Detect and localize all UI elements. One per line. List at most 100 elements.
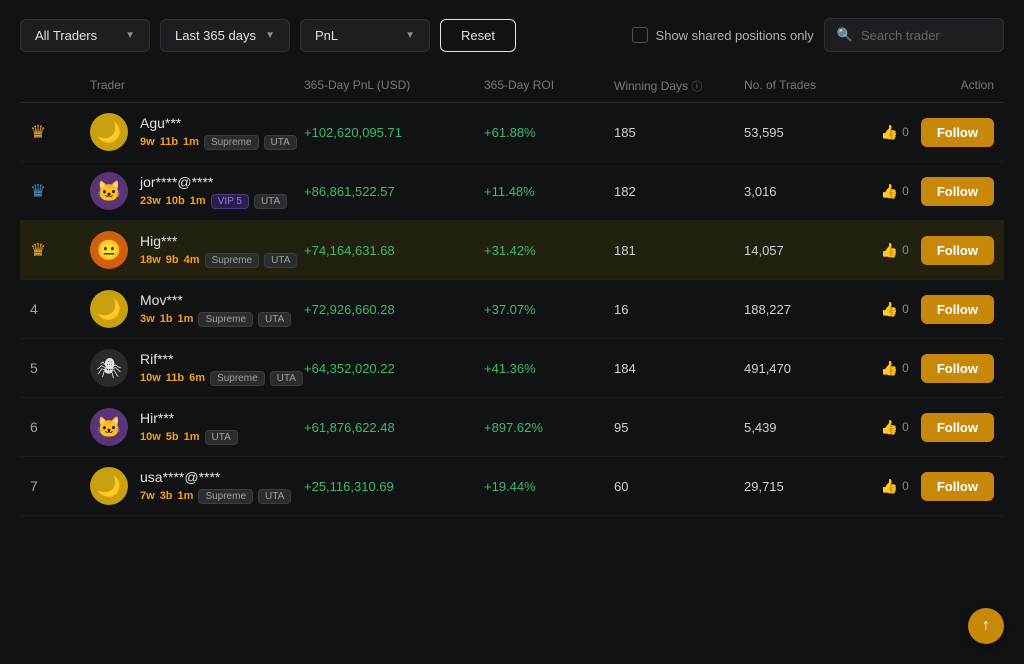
thumbs-up-icon: 👍 <box>881 360 898 377</box>
trader-tags: 23w10b1mVIP 5UTA <box>140 194 287 209</box>
trader-cell: 🕷 Rif*** 10w11b6mSupremeUTA <box>90 349 304 387</box>
trader-cell: 🐱 jor****@**** 23w10b1mVIP 5UTA <box>90 172 304 210</box>
rank-cell: ♛ <box>30 122 90 143</box>
tag-age: 10w <box>140 372 161 384</box>
tag-label: UTA <box>270 371 303 386</box>
rank-cell: ♛ <box>30 181 90 202</box>
tag-age: 10w <box>140 431 161 443</box>
avatar: 😐 <box>90 231 128 269</box>
thumbs-up-icon: 👍 <box>881 124 898 141</box>
reset-button[interactable]: Reset <box>440 19 516 52</box>
trader-tags: 18w9b4mSupremeUTA <box>140 253 297 268</box>
traders-dropdown[interactable]: All Traders ▼ <box>20 19 150 52</box>
show-shared-checkbox[interactable] <box>632 27 648 43</box>
action-cell: 👍 0 Follow <box>874 413 994 442</box>
tag-label: UTA <box>258 312 291 327</box>
thumbs-up-icon: 👍 <box>881 419 898 436</box>
avatar: 🌙 <box>90 467 128 505</box>
follow-button[interactable]: Follow <box>921 295 994 324</box>
follow-button[interactable]: Follow <box>921 236 994 265</box>
table-body: ♛ 🌙 Agu*** 9w11b1mSupremeUTA +102,620,09… <box>20 103 1004 516</box>
traders-dropdown-label: All Traders <box>35 28 97 43</box>
table-row: 7 🌙 usa****@**** 7w3b1mSupremeUTA +25,11… <box>20 457 1004 516</box>
avatar: 🌙 <box>90 290 128 328</box>
winning-days-value: 60 <box>614 479 744 494</box>
thumbs-up-icon: 👍 <box>881 242 898 259</box>
leaderboard-table: Trader 365-Day PnL (USD) 365-Day ROI Win… <box>0 70 1024 516</box>
like-section: 👍 0 <box>881 301 909 318</box>
like-section: 👍 0 <box>881 124 909 141</box>
like-section: 👍 0 <box>881 478 909 495</box>
follow-button[interactable]: Follow <box>921 354 994 383</box>
sort-dropdown[interactable]: PnL ▼ <box>300 19 430 52</box>
tag-age: 1m <box>183 136 199 148</box>
scroll-to-top-button[interactable]: ↑ <box>968 608 1004 644</box>
tag-label: UTA <box>264 135 297 150</box>
col-trader: Trader <box>90 78 304 94</box>
tag-label: Supreme <box>204 135 259 150</box>
table-row: ♛ 😐 Hig*** 18w9b4mSupremeUTA +74,164,631… <box>20 221 1004 280</box>
table-row: 4 🌙 Mov*** 3w1b1mSupremeUTA +72,926,660.… <box>20 280 1004 339</box>
avatar: 🐱 <box>90 408 128 446</box>
action-cell: 👍 0 Follow <box>874 236 994 265</box>
col-rank <box>30 78 90 94</box>
no-trades-value: 5,439 <box>744 420 874 435</box>
crown-gold-icon: ♛ <box>30 122 46 143</box>
search-box: 🔍 <box>824 18 1004 52</box>
tag-label: Supreme <box>198 312 253 327</box>
winning-days-value: 185 <box>614 125 744 140</box>
col-roi: 365-Day ROI <box>484 78 614 94</box>
tag-age: 1m <box>178 313 194 325</box>
tag-label: UTA <box>254 194 287 209</box>
tag-age: 7w <box>140 490 155 502</box>
follow-button[interactable]: Follow <box>921 472 994 501</box>
period-dropdown-label: Last 365 days <box>175 28 256 43</box>
tag-label: Supreme <box>198 489 253 504</box>
tag-age: 1m <box>184 431 200 443</box>
trader-info: Mov*** 3w1b1mSupremeUTA <box>140 292 291 327</box>
like-section: 👍 0 <box>881 183 909 200</box>
tag-age: 9w <box>140 136 155 148</box>
roi-value: +61.88% <box>484 125 614 140</box>
tag-age: 3w <box>140 313 155 325</box>
like-count: 0 <box>902 302 909 316</box>
winning-days-value: 184 <box>614 361 744 376</box>
col-winning-days: Winning Days ⓘ <box>614 78 744 94</box>
trader-info: Hig*** 18w9b4mSupremeUTA <box>140 233 297 268</box>
like-count: 0 <box>902 479 909 493</box>
follow-button[interactable]: Follow <box>921 177 994 206</box>
tag-age: 11b <box>166 372 184 384</box>
table-header: Trader 365-Day PnL (USD) 365-Day ROI Win… <box>20 70 1004 103</box>
no-trades-value: 188,227 <box>744 302 874 317</box>
trader-info: Agu*** 9w11b1mSupremeUTA <box>140 115 297 150</box>
rank-cell: 5 <box>30 360 90 376</box>
sort-dropdown-arrow: ▼ <box>405 30 415 41</box>
trader-cell: 😐 Hig*** 18w9b4mSupremeUTA <box>90 231 304 269</box>
like-section: 👍 0 <box>881 360 909 377</box>
trader-tags: 7w3b1mSupremeUTA <box>140 489 291 504</box>
search-input[interactable] <box>861 28 991 43</box>
follow-button[interactable]: Follow <box>921 413 994 442</box>
trader-info: jor****@**** 23w10b1mVIP 5UTA <box>140 174 287 209</box>
tag-label: UTA <box>205 430 238 445</box>
table-row: ♛ 🌙 Agu*** 9w11b1mSupremeUTA +102,620,09… <box>20 103 1004 162</box>
trader-name: Agu*** <box>140 115 297 131</box>
trader-tags: 9w11b1mSupremeUTA <box>140 135 297 150</box>
action-cell: 👍 0 Follow <box>874 472 994 501</box>
search-icon: 🔍 <box>837 27 853 43</box>
winning-days-info-icon: ⓘ <box>691 81 702 93</box>
tag-age: 1m <box>178 490 194 502</box>
avatar: 🌙 <box>90 113 128 151</box>
no-trades-value: 3,016 <box>744 184 874 199</box>
period-dropdown[interactable]: Last 365 days ▼ <box>160 19 290 52</box>
trader-tags: 3w1b1mSupremeUTA <box>140 312 291 327</box>
like-count: 0 <box>902 420 909 434</box>
sort-dropdown-label: PnL <box>315 28 338 43</box>
filter-bar: All Traders ▼ Last 365 days ▼ PnL ▼ Rese… <box>0 0 1024 70</box>
trader-name: jor****@**** <box>140 174 287 190</box>
trader-cell: 🌙 Agu*** 9w11b1mSupremeUTA <box>90 113 304 151</box>
rank-cell: 4 <box>30 301 90 317</box>
rank-cell: ♛ <box>30 240 90 261</box>
follow-button[interactable]: Follow <box>921 118 994 147</box>
like-count: 0 <box>902 125 909 139</box>
